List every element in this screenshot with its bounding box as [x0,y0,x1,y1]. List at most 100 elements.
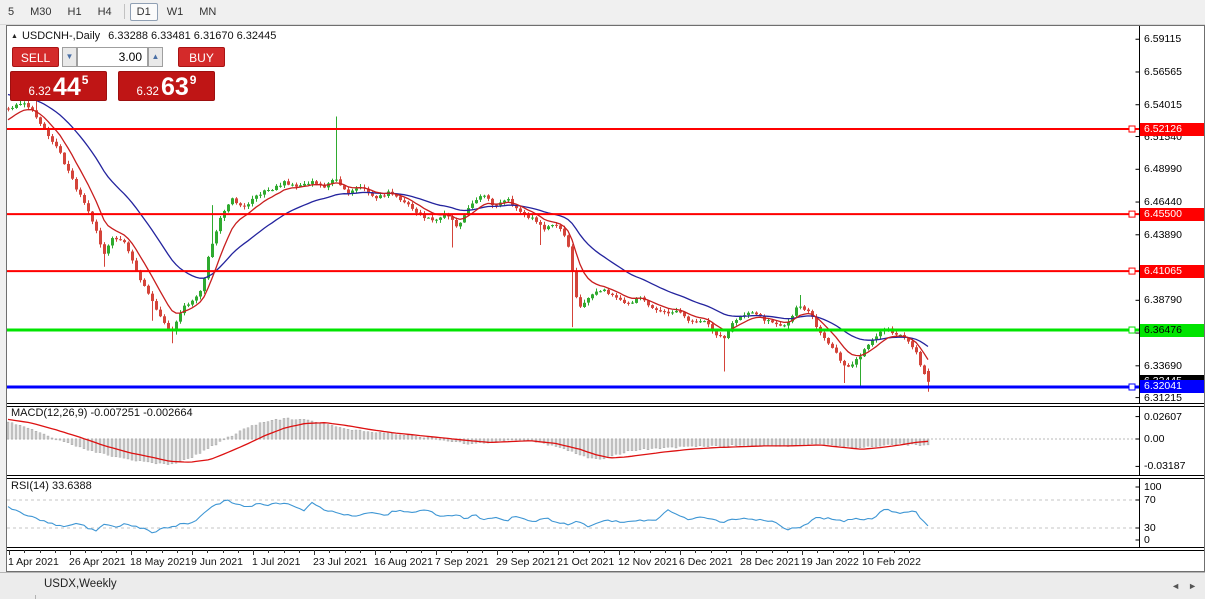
panel-divider-macd-rsi[interactable] [7,475,1204,479]
timeframe-button-mn[interactable]: MN [192,3,223,21]
date-tick [192,550,193,555]
date-minor-tick [451,550,453,553]
timeframe-button-5[interactable]: 5 [1,3,21,21]
ask-pip-digit: 9 [189,73,197,87]
timeframe-toolbar: 5 M30 H1 H4 D1 W1 MN [0,0,1205,25]
date-minor-tick [161,550,163,553]
price-tick-label: 6.43890 [1144,228,1182,241]
date-label: 10 Feb 2022 [862,556,921,568]
date-minor-tick [695,550,697,553]
date-tick [314,550,315,555]
price-tick-label: 6.59115 [1144,33,1182,46]
ask-prefix: 6.32 [136,86,159,98]
collapse-panel-icon[interactable]: ▲ [11,33,18,40]
date-minor-tick [573,550,575,553]
date-minor-tick [24,550,26,553]
date-tick [680,550,681,555]
level-price-tag[interactable]: 6.36476 [1140,323,1204,337]
date-label: 29 Sep 2021 [496,556,556,568]
date-minor-tick [359,550,361,553]
macd-tick-label: 0.00 [1144,433,1165,445]
timeframe-button-d1[interactable]: D1 [129,3,158,21]
price-tick-label: 6.46440 [1144,196,1182,209]
bid-prefix: 6.32 [28,86,51,98]
sell-button[interactable]: SELL [12,47,59,67]
date-label: 6 Dec 2021 [679,556,733,568]
macd-tick-label: 0.02607 [1144,410,1182,423]
ohlc-values: 6.33288 6.33481 6.31670 6.32445 [108,30,277,42]
date-label: 28 Dec 2021 [740,556,800,568]
volume-increase-icon[interactable]: ▲ [148,47,163,67]
date-tick [619,550,620,555]
timeframe-button-m30[interactable]: M30 [23,3,58,21]
timeframe-button-w1[interactable]: W1 [160,3,191,21]
chart-canvas[interactable] [7,26,1204,571]
date-label: 7 Sep 2021 [435,556,489,568]
date-minor-tick [420,550,422,553]
bid-price-box[interactable]: 6.32 44 5 [10,71,107,101]
buy-button[interactable]: BUY [178,47,225,67]
date-tick [863,550,864,555]
date-label: 9 Jun 2021 [191,556,243,568]
chart-header: ▲ USDCNH-,Daily 6.33288 6.33481 6.31670 6.… [11,30,276,42]
level-price-tag[interactable]: 6.41065 [1140,264,1204,278]
volume-input[interactable] [77,47,148,67]
chart-tab-bar: USDX,Weekly|EURUSD-,Daily|AUDUSD-,Daily|… [0,572,1205,599]
rsi-title: RSI(14) [11,480,49,492]
date-tick [253,550,254,555]
date-tick [9,550,10,555]
date-minor-tick [542,550,544,553]
macd-values: -0.007251 -0.002664 [90,407,193,419]
date-minor-tick [878,550,880,553]
rsi-tick-label: 70 [1144,494,1156,506]
date-minor-tick [527,550,529,553]
date-minor-tick [588,550,590,553]
date-minor-tick [176,550,178,553]
date-minor-tick [603,550,605,553]
date-label: 18 May 2021 [130,556,191,568]
macd-title: MACD(12,26,9) [11,407,88,419]
price-tick-label: 6.33690 [1144,359,1182,372]
panel-divider-rsi-dates[interactable] [7,547,1204,551]
ask-big-digits: 63 [160,73,189,101]
date-minor-tick [649,550,651,553]
date-minor-tick [222,550,224,553]
date-minor-tick [634,550,636,553]
date-minor-tick [39,550,41,553]
date-label: 1 Apr 2021 [8,556,59,568]
date-minor-tick [85,550,87,553]
date-minor-tick [847,550,849,553]
date-minor-tick [268,550,270,553]
date-minor-tick [207,550,209,553]
date-tick [741,550,742,555]
date-tick [436,550,437,555]
date-minor-tick [908,550,910,553]
date-minor-tick [115,550,117,553]
rsi-tick-label: 100 [1144,481,1162,493]
level-price-tag[interactable]: 6.45500 [1140,207,1204,221]
date-label: 12 Nov 2021 [618,556,678,568]
date-label: 23 Jul 2021 [313,556,368,568]
date-minor-tick [817,550,819,553]
tab-scroll-right-icon[interactable]: ► [1188,581,1197,591]
volume-decrease-icon[interactable]: ▼ [62,47,77,67]
bid-pip-digit: 5 [81,73,89,87]
date-label: 19 Jan 2022 [801,556,859,568]
date-minor-tick [756,550,758,553]
date-minor-tick [329,550,331,553]
tab-usdxweekly[interactable]: USDX,Weekly [34,573,127,594]
date-minor-tick [786,550,788,553]
date-minor-tick [283,550,285,553]
timeframe-button-h4[interactable]: H4 [91,3,119,21]
level-price-tag[interactable]: 6.52126 [1140,122,1204,136]
mt4-terminal: 5 M30 H1 H4 D1 W1 MN ▲ USDCNH-,Daily 6.33288 6.3… [0,0,1205,599]
level-price-tag[interactable]: 6.32041 [1140,380,1204,394]
tab-scroll-left-icon[interactable]: ◄ [1171,581,1180,591]
timeframe-button-h1[interactable]: H1 [61,3,89,21]
date-minor-tick [146,550,148,553]
date-minor-tick [481,550,483,553]
date-label: 21 Oct 2021 [557,556,615,568]
date-tick [131,550,132,555]
date-minor-tick [710,550,712,553]
ask-price-box[interactable]: 6.32 63 9 [118,71,215,101]
